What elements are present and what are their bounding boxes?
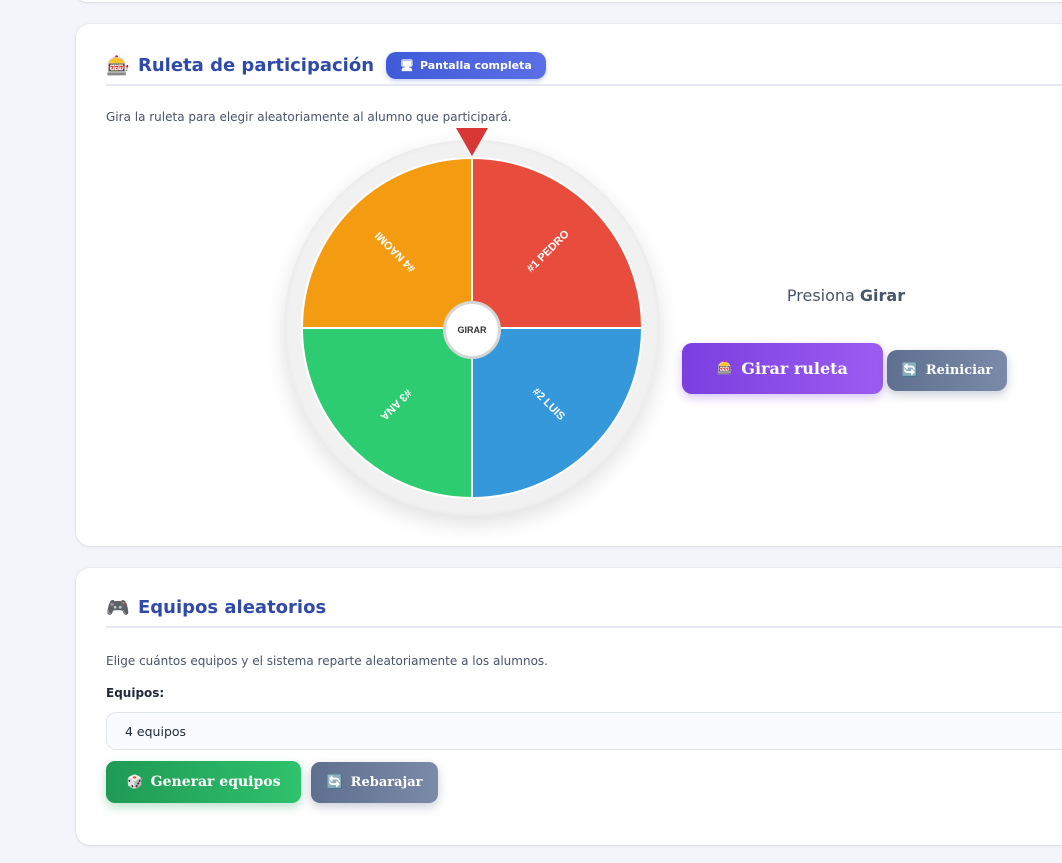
ruleta-title: Ruleta de participación <box>138 54 375 76</box>
reset-label: Reiniciar <box>925 363 993 378</box>
spin-label: Girar ruleta <box>741 359 848 378</box>
reshuffle-button[interactable]: 🔄 Rebarajar <box>311 762 438 803</box>
ruleta-header: 🎰 Ruleta de participación 🖥 Pantalla com… <box>106 46 1062 86</box>
slot-machine-icon: 🎰 <box>717 361 734 376</box>
fullscreen-label: Pantalla completa <box>419 58 532 72</box>
refresh-icon: 🔄 <box>326 775 343 790</box>
teams-select[interactable]: 4 equipos <box>106 712 1062 750</box>
generate-teams-button[interactable]: 🎲 Generar equipos <box>106 761 301 803</box>
gamepad-icon: 🎮 <box>106 596 130 619</box>
ruleta-description: Gira la ruleta para elegir aleatoriament… <box>106 110 512 124</box>
reshuffle-label: Rebarajar <box>350 775 423 790</box>
reset-button[interactable]: 🔄 Reiniciar <box>887 350 1007 391</box>
equipos-description: Elige cuántos equipos y el sistema repar… <box>106 654 548 668</box>
dice-icon: 🎲 <box>126 774 143 790</box>
status-prefix: Presiona <box>786 286 855 305</box>
ruleta-status: Presiona Girar <box>776 286 916 305</box>
equipos-header: 🎮 Equipos aleatorios <box>106 588 1062 628</box>
slot-machine-icon: 🎰 <box>106 54 130 77</box>
status-bold: Girar <box>859 286 906 305</box>
previous-card <box>76 0 1062 2</box>
fullscreen-button[interactable]: 🖥 Pantalla completa <box>386 51 546 79</box>
teams-selected-value: 4 equipos <box>125 723 187 739</box>
ruleta-card: 🎰 Ruleta de participación 🖥 Pantalla com… <box>76 24 1062 546</box>
teams-label: Equipos: <box>106 686 165 700</box>
wheel-pointer <box>456 128 488 156</box>
equipos-card: 🎮 Equipos aleatorios Elige cuántos equip… <box>76 568 1062 845</box>
spin-button[interactable]: 🎰 Girar ruleta <box>682 343 883 394</box>
generate-label: Generar equipos <box>150 774 281 790</box>
monitor-icon: 🖥 <box>400 58 414 72</box>
wheel-hub-spin[interactable]: GIRAR <box>443 301 501 359</box>
equipos-title: Equipos aleatorios <box>138 596 327 618</box>
refresh-icon: 🔄 <box>901 363 918 378</box>
